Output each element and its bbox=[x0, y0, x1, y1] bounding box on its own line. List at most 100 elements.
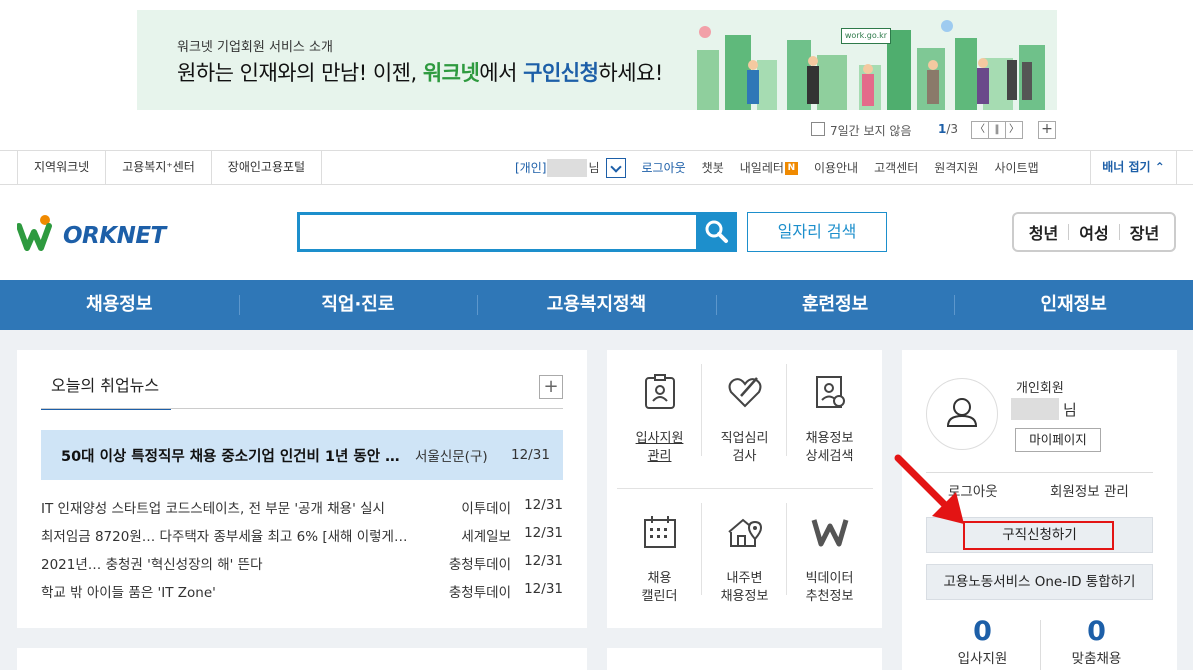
quick-label: 내주변 bbox=[726, 571, 763, 586]
tab-youth[interactable]: 청년 bbox=[1029, 220, 1058, 244]
news-item[interactable]: 최저임금 8720원… 다주택자 종부세율 최고 6% [새해 이렇게 달라집니… bbox=[41, 525, 563, 545]
nav-talent-info[interactable]: 인재정보 bbox=[954, 280, 1193, 330]
banner-pause-button[interactable]: ‖ bbox=[988, 121, 1006, 139]
quick-label: 채용 bbox=[647, 571, 672, 586]
member-type: 개인회원 bbox=[1016, 381, 1064, 396]
member-info-manage-link[interactable]: 회원정보 관리 bbox=[1050, 480, 1129, 500]
user-suffix: 님 bbox=[588, 161, 600, 175]
nav-career[interactable]: 직업·진로 bbox=[238, 280, 478, 330]
news-item-source: 충청투데이 bbox=[448, 557, 511, 573]
quick-aptitude-test[interactable]: 직업심리 검사 bbox=[702, 372, 787, 466]
main-search-input[interactable] bbox=[297, 212, 699, 252]
quick-label: 빅데이터 bbox=[805, 571, 854, 586]
quick-nearby-jobs[interactable]: 내주변 채용정보 bbox=[702, 512, 787, 606]
news-section-title[interactable]: 오늘의 취업뉴스 bbox=[41, 375, 171, 410]
featured-news-date: 12/31 bbox=[511, 447, 550, 463]
promo-banner[interactable]: 워크넷 기업회원 서비스 소개 원하는 인재와의 만남! 이젠, 워크넷에서 구… bbox=[137, 10, 1057, 110]
banner-prev-button[interactable]: 〈 bbox=[971, 121, 989, 139]
nav-recruit-info[interactable]: 채용정보 bbox=[0, 280, 239, 330]
util-link-chatbot[interactable]: 챗봇 bbox=[702, 159, 724, 176]
user-name-masked bbox=[547, 158, 588, 177]
featured-news-title[interactable]: 50대 이상 특정직무 채용 중소기업 인건비 1년 동안 지원 bbox=[61, 445, 411, 466]
utility-bar: 지역워크넷 고용복지⁺센터 장애인고용포털 [개인] 님 로그아웃 챗봇 내일레… bbox=[0, 150, 1193, 185]
banner-pager: 1/3 bbox=[938, 122, 959, 136]
stat-value: 0 bbox=[1087, 616, 1106, 647]
quick-label: 입사지원 bbox=[635, 431, 684, 446]
search-button[interactable] bbox=[697, 212, 737, 252]
news-item[interactable]: 2021년… 충청권 '혁신성장의 해' 뜬다 충청투데이 12/31 bbox=[41, 553, 563, 573]
news-item-title[interactable]: 학교 밖 아이들 품은 'IT Zone' bbox=[41, 581, 411, 601]
news-item-source: 이투데이 bbox=[461, 501, 511, 517]
user-type-tag: [개인] bbox=[515, 161, 547, 175]
banner-next-button[interactable]: 〉 bbox=[1005, 121, 1023, 139]
quick-application-manage[interactable]: 입사지원 관리 bbox=[617, 372, 702, 466]
nav-welfare-policy[interactable]: 고용복지정책 bbox=[477, 280, 716, 330]
heart-pen-icon bbox=[728, 377, 761, 408]
age-group-tabs: 청년 여성 장년 bbox=[1012, 212, 1176, 252]
lower-middle-panel bbox=[607, 648, 882, 670]
nav-training[interactable]: 훈련정보 bbox=[715, 280, 955, 330]
member-name: 님 bbox=[1010, 398, 1077, 420]
member-name-masked bbox=[1011, 398, 1059, 420]
stat-label: 입사지원 bbox=[957, 651, 1008, 667]
mypage-button[interactable]: 마이페이지 bbox=[1015, 428, 1101, 452]
worknet-logo[interactable]: ORKNET bbox=[16, 212, 177, 252]
calendar-icon bbox=[643, 516, 676, 548]
util-link-guide[interactable]: 이용안내 bbox=[814, 159, 858, 176]
news-item[interactable]: 학교 밖 아이들 품은 'IT Zone' 충청투데이 12/31 bbox=[41, 581, 563, 601]
news-item-title[interactable]: IT 인재양성 스타트업 코드스테이츠, 전 부문 '공개 채용' 실시 bbox=[41, 497, 411, 517]
news-item-date: 12/31 bbox=[524, 553, 563, 569]
avatar bbox=[926, 378, 998, 450]
stat-matched-jobs[interactable]: 0 맞춤채용 bbox=[1040, 614, 1153, 668]
banner-url-sign: work.go.kr bbox=[841, 28, 891, 44]
stat-applications[interactable]: 0 입사지원 bbox=[926, 614, 1039, 668]
new-badge: N bbox=[784, 162, 798, 175]
oneid-integrate-button[interactable]: 고용노동서비스 One-ID 통합하기 bbox=[926, 564, 1153, 600]
search-icon bbox=[705, 220, 728, 243]
util-link-remote-support[interactable]: 원격지원 bbox=[934, 159, 978, 176]
highlight-box bbox=[963, 521, 1114, 550]
news-item-date: 12/31 bbox=[524, 497, 563, 513]
hide-7days-checkbox[interactable] bbox=[811, 122, 825, 136]
quick-bigdata-recommend[interactable]: 빅데이터 추천정보 bbox=[787, 512, 872, 606]
tab-senior[interactable]: 장년 bbox=[1130, 220, 1159, 244]
job-search-button[interactable]: 일자리 검색 bbox=[747, 212, 887, 252]
news-item-source: 충청투데이 bbox=[448, 585, 511, 601]
news-item-title[interactable]: 최저임금 8720원… 다주택자 종부세율 최고 6% [새해 이렇게 달라집니… bbox=[41, 525, 411, 545]
red-arrow-icon bbox=[894, 454, 964, 524]
util-logout-link[interactable]: 로그아웃 bbox=[642, 159, 686, 176]
util-link-sitemap[interactable]: 사이트맵 bbox=[994, 159, 1038, 176]
city-illustration bbox=[697, 20, 1045, 110]
quick-label: 검사 bbox=[732, 449, 757, 464]
lower-left-panel bbox=[17, 648, 587, 670]
news-item-source: 세계일보 bbox=[461, 529, 511, 545]
logo-w-icon bbox=[16, 215, 52, 251]
quick-label: 직업심리 bbox=[720, 431, 769, 446]
link-disabled-employment-portal[interactable]: 장애인고용포털 bbox=[210, 151, 323, 184]
util-link-customer-center[interactable]: 고객센터 bbox=[874, 159, 918, 176]
quick-recruit-calendar[interactable]: 채용 캘린더 bbox=[617, 512, 702, 606]
news-item[interactable]: IT 인재양성 스타트업 코드스테이츠, 전 부문 '공개 채용' 실시 이투데… bbox=[41, 497, 563, 517]
news-more-button[interactable]: + bbox=[539, 375, 563, 399]
featured-news[interactable]: 50대 이상 특정직무 채용 중소기업 인건비 1년 동안 지원 서울신문(구)… bbox=[41, 430, 563, 480]
logo-text: ORKNET bbox=[63, 223, 166, 249]
stat-value: 0 bbox=[973, 616, 992, 647]
banner-plus-button[interactable]: + bbox=[1038, 121, 1056, 139]
news-item-title[interactable]: 2021년… 충청권 '혁신성장의 해' 뜬다 bbox=[41, 553, 411, 573]
link-employment-welfare-center[interactable]: 고용복지⁺센터 bbox=[105, 151, 211, 184]
quick-label: 채용정보 bbox=[805, 431, 854, 446]
tab-women[interactable]: 여성 bbox=[1079, 220, 1108, 244]
quick-label: 상세검색 bbox=[805, 449, 854, 464]
featured-news-source: 서울신문(구) bbox=[415, 449, 488, 465]
house-pin-icon bbox=[727, 518, 762, 547]
news-item-date: 12/31 bbox=[524, 581, 563, 597]
id-card-icon bbox=[644, 374, 675, 409]
user-dropdown-button[interactable] bbox=[605, 157, 626, 178]
quick-detailed-search[interactable]: 채용정보 상세검색 bbox=[787, 372, 872, 466]
w-letter-icon bbox=[811, 519, 848, 547]
util-link-newsletter[interactable]: 내일레터 N bbox=[740, 159, 798, 176]
user-icon bbox=[946, 398, 978, 427]
banner-fold-button[interactable]: 배너 접기 ⌃ bbox=[1090, 151, 1177, 184]
link-regional-worknet[interactable]: 지역워크넷 bbox=[17, 151, 105, 184]
banner-headline: 원하는 인재와의 만남! 이젠, 워크넷에서 구인신청하세요! bbox=[177, 61, 663, 85]
